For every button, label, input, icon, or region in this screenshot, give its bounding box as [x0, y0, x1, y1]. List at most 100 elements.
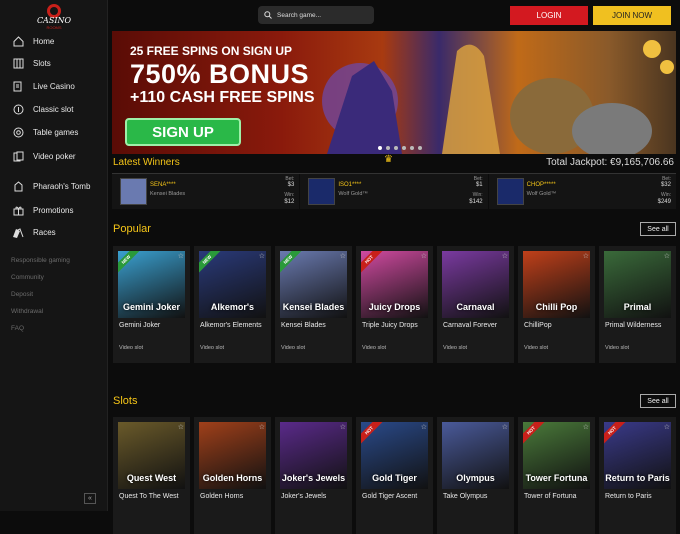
- sidebar-item-classic-slot[interactable]: Classic slot: [0, 99, 108, 119]
- favorite-star-icon[interactable]: ☆: [583, 252, 589, 260]
- game-card[interactable]: Olympus ☆ Take Olympus: [437, 417, 514, 534]
- carousel-dot[interactable]: [394, 146, 398, 150]
- join-now-button[interactable]: JOIN NOW: [593, 6, 671, 25]
- svg-text:CASINO: CASINO: [37, 16, 72, 25]
- game-title: Alkemor's Elements: [200, 322, 262, 329]
- game-art: Quest West: [118, 422, 185, 489]
- game-card[interactable]: Juicy Drops HOT ☆ Triple Juicy Drops Video s…: [356, 246, 433, 363]
- winner-item[interactable]: CHOP***** Wolf Gold™ Bet: $32 Win: $249: [488, 174, 676, 209]
- favorite-star-icon[interactable]: ☆: [502, 252, 508, 260]
- game-thumbnail: [496, 178, 524, 205]
- favorite-star-icon[interactable]: ☆: [259, 423, 265, 431]
- game-card[interactable]: Chilli Pop ☆ ChilliPop Video slot: [518, 246, 595, 363]
- game-card[interactable]: Gold Tiger HOT ☆ Gold Tiger Ascent: [356, 417, 433, 534]
- game-art: Joker's Jewels: [280, 422, 347, 489]
- game-art-label: Carnaval: [456, 302, 495, 312]
- search-icon: [264, 11, 272, 19]
- sidebar-item-table-games[interactable]: Table games: [0, 122, 108, 142]
- signup-button[interactable]: SIGN UP: [125, 118, 241, 146]
- link-deposit[interactable]: Deposit: [11, 291, 33, 298]
- bet-value: $3: [287, 182, 295, 188]
- favorite-star-icon[interactable]: ☆: [259, 252, 265, 260]
- game-card[interactable]: Joker's Jewels ☆ Joker's Jewels: [275, 417, 352, 534]
- crown-icon: ♛: [384, 154, 393, 165]
- carousel-dot[interactable]: [410, 146, 414, 150]
- game-art-label: Juicy Drops: [368, 302, 421, 312]
- favorite-star-icon[interactable]: ☆: [178, 252, 184, 260]
- sidebar: CASINO ROOMS Home Slots Live Casino Clas…: [0, 0, 108, 511]
- game-type: Video slot: [200, 345, 225, 351]
- login-button[interactable]: LOGIN: [510, 6, 588, 25]
- link-responsible-gaming[interactable]: Responsible gaming: [11, 257, 70, 264]
- collapse-sidebar-button[interactable]: «: [84, 493, 96, 504]
- game-type: Video slot: [362, 345, 387, 351]
- winner-item[interactable]: ISO1**** Wolf Gold™ Bet: $1 Win: $142: [300, 174, 488, 209]
- game-card[interactable]: Carnaval ☆ Carnaval Forever Video slot: [437, 246, 514, 363]
- game-art-label: Joker's Jewels: [281, 473, 346, 483]
- winner-item[interactable]: SENA**** Kensei Blades Bet: $3 Win: $12: [112, 174, 300, 209]
- game-ribbon: HOT: [361, 251, 384, 274]
- game-art-label: Chilli Pop: [535, 302, 578, 312]
- sidebar-item-races[interactable]: Races: [0, 222, 108, 242]
- link-community[interactable]: Community: [11, 274, 44, 281]
- carousel-dot[interactable]: [418, 146, 422, 150]
- link-faq[interactable]: FAQ: [11, 325, 24, 332]
- win-label: Win:: [472, 192, 483, 198]
- game-card[interactable]: Primal ☆ Primal Wilderness Video slot: [599, 246, 676, 363]
- search-input[interactable]: Search game...: [258, 6, 374, 24]
- game-art-label: Kensei Blades: [282, 302, 345, 312]
- slots-see-all-button[interactable]: See all: [640, 394, 676, 408]
- popular-section-title: Popular: [113, 223, 151, 235]
- sidebar-item-label: Home: [33, 36, 55, 46]
- game-card[interactable]: Kensei Blades NEW ☆ Kensei Blades Video slot: [275, 246, 352, 363]
- winner-game: Kensei Blades: [150, 191, 186, 197]
- home-icon: [10, 35, 26, 47]
- game-title: Carnaval Forever: [443, 322, 498, 329]
- gift-icon: [10, 205, 26, 216]
- game-card[interactable]: Return to Paris HOT ☆ Return to Paris: [599, 417, 676, 534]
- carousel-dot[interactable]: [402, 146, 406, 150]
- favorite-star-icon[interactable]: ☆: [583, 423, 589, 431]
- carousel-dot[interactable]: [378, 146, 382, 150]
- game-card[interactable]: Quest West ☆ Quest To The West: [113, 417, 190, 534]
- sidebar-item-live-casino[interactable]: Live Casino: [0, 76, 108, 96]
- game-thumbnail: [308, 178, 336, 205]
- win-value: $249: [657, 199, 671, 205]
- game-art-label: Quest West: [126, 473, 177, 483]
- game-art-label: Tower Fortuna: [525, 473, 588, 483]
- winner-name: ISO1****: [338, 182, 362, 188]
- favorite-star-icon[interactable]: ☆: [340, 423, 346, 431]
- game-card[interactable]: Golden Horns ☆ Golden Horns: [194, 417, 271, 534]
- bet-value: $1: [475, 182, 483, 188]
- game-thumbnail: [120, 178, 147, 205]
- promo-banner[interactable]: 25 FREE SPINS ON SIGN UP 750% BONUS +110…: [112, 31, 676, 154]
- sidebar-item-promotions[interactable]: Promotions: [0, 200, 108, 220]
- favorite-star-icon[interactable]: ☆: [664, 423, 670, 431]
- favorite-star-icon[interactable]: ☆: [178, 423, 184, 431]
- sidebar-item-pharaohs-tomb[interactable]: Pharaoh's Tomb: [0, 176, 108, 196]
- sidebar-item-video-poker[interactable]: Video poker: [0, 146, 108, 166]
- game-art: Tower Fortuna HOT: [523, 422, 590, 489]
- favorite-star-icon[interactable]: ☆: [421, 423, 427, 431]
- game-title: Triple Juicy Drops: [362, 322, 418, 329]
- game-title: Quest To The West: [119, 493, 179, 500]
- favorite-star-icon[interactable]: ☆: [502, 423, 508, 431]
- casino-logo[interactable]: CASINO ROOMS: [34, 2, 74, 30]
- sidebar-item-slots[interactable]: Slots: [0, 53, 108, 73]
- game-title: Golden Horns: [200, 493, 244, 500]
- game-card[interactable]: Gemini Joker NEW ☆ Gemini Joker Video slot: [113, 246, 190, 363]
- game-card[interactable]: Tower Fortuna HOT ☆ Tower of Fortuna: [518, 417, 595, 534]
- carousel-dot[interactable]: [386, 146, 390, 150]
- game-art: Primal: [604, 251, 671, 318]
- winners-list: SENA**** Kensei Blades Bet: $3 Win: $12 …: [112, 173, 676, 209]
- favorite-star-icon[interactable]: ☆: [664, 252, 670, 260]
- game-type: Video slot: [605, 345, 630, 351]
- game-card[interactable]: Alkemor's NEW ☆ Alkemor's Elements Video slo…: [194, 246, 271, 363]
- race-flags-icon: [10, 227, 26, 238]
- link-withdrawal[interactable]: Withdrawal: [11, 308, 43, 315]
- favorite-star-icon[interactable]: ☆: [340, 252, 346, 260]
- favorite-star-icon[interactable]: ☆: [421, 252, 427, 260]
- sidebar-item-home[interactable]: Home: [0, 31, 108, 51]
- game-title: Primal Wilderness: [605, 322, 662, 329]
- popular-see-all-button[interactable]: See all: [640, 222, 676, 236]
